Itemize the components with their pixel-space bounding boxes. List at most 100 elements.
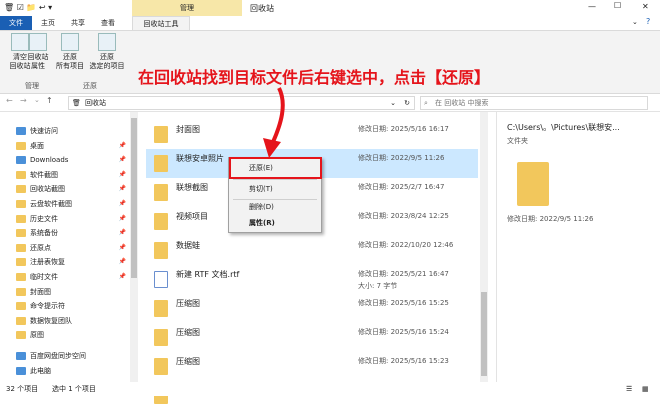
nav-item[interactable]: 此电脑: [0, 364, 130, 378]
file-size: 大小: 7 字节: [358, 282, 398, 290]
nav-item-label: 快速访问: [30, 127, 58, 135]
file-name: 视频项目: [176, 212, 208, 221]
file-date: 修改日期: 2025/5/21 16:47: [358, 270, 449, 278]
chevron-down-icon[interactable]: ⌄: [632, 18, 638, 26]
tab-recycle-tools[interactable]: 回收站工具: [132, 16, 190, 30]
folder-icon: [16, 258, 26, 267]
nav-item-label: 封面图: [30, 287, 51, 296]
search-input[interactable]: ⌕ 在 回收站 中搜索: [420, 96, 648, 110]
context-cut[interactable]: 剪切(T): [229, 181, 321, 197]
file-date: 修改日期: 2025/5/16 15:23: [358, 357, 449, 365]
context-properties[interactable]: 属性(R): [229, 215, 321, 231]
minimize-button[interactable]: —: [588, 2, 596, 11]
folder-icon: [16, 243, 26, 252]
nav-item[interactable]: 命令提示符: [0, 299, 130, 313]
address-bar: ← → ⌄ ↑ 🗑 回收站 ⌄ ↻ ⌕ 在 回收站 中搜索: [0, 94, 660, 112]
details-pane: C:\Users\。\Pictures\联想安... 文件夹 修改日期: 202…: [496, 112, 660, 382]
close-button[interactable]: ✕: [642, 2, 649, 11]
folder-icon: [16, 273, 26, 281]
window-title: 回收站: [250, 4, 274, 13]
pin-icon: 📌: [118, 185, 126, 193]
forward-icon[interactable]: →: [20, 96, 27, 105]
maximize-button[interactable]: ☐: [614, 1, 621, 10]
nav-item-label: 临时文件: [30, 273, 58, 281]
nav-item[interactable]: 数据恢复团队: [0, 314, 130, 328]
nav-item[interactable]: 还原点 📌: [0, 241, 130, 255]
selected-count: 选中 1 个项目: [52, 385, 96, 393]
ribbon-tabs: 文件 主页 共享 查看 回收站工具 ⌄ ?: [0, 16, 660, 30]
nav-item[interactable]: 云盘软件截图 📌: [0, 197, 130, 211]
preview-path: C:\Users\。\Pictures\联想安...: [507, 123, 620, 132]
folder-icon: [154, 184, 168, 201]
refresh-icon[interactable]: ↻: [404, 97, 410, 109]
folder-icon: [16, 141, 26, 150]
file-row[interactable]: 压缩图 修改日期: 2025/5/16 15:23: [146, 352, 478, 381]
tab-view[interactable]: 查看: [94, 16, 122, 30]
file-row[interactable]: 压缩图 修改日期: 2025/5/16 15:24: [146, 323, 478, 352]
app-icons: 🗑 ☑ 📁 ↩ ▾: [4, 3, 53, 12]
folder-icon: [154, 300, 168, 317]
tiles-view-icon[interactable]: ▦: [642, 382, 649, 396]
file-name: 压缩图: [176, 357, 200, 366]
breadcrumb: 回收站: [85, 99, 106, 107]
address-input[interactable]: 🗑 回收站 ⌄ ↻: [68, 96, 415, 110]
pc-icon: [16, 366, 26, 375]
folder-icon: [16, 214, 26, 223]
restore-all-icon: [61, 33, 79, 51]
help-icon[interactable]: ?: [646, 17, 650, 26]
folder-icon: [16, 229, 26, 238]
tab-home[interactable]: 主页: [34, 16, 62, 30]
nav-item-label: 云盘软件截图: [30, 200, 72, 208]
tab-share[interactable]: 共享: [64, 16, 92, 30]
nav-item[interactable]: Downloads 📌: [0, 153, 130, 167]
file-list-scrollbar[interactable]: [480, 112, 488, 382]
nav-item[interactable]: 百度网盘同步空间: [0, 349, 130, 363]
nav-item[interactable]: 临时文件 📌: [0, 270, 130, 284]
folder-icon: [154, 126, 168, 143]
file-row[interactable]: 数据蛙 修改日期: 2022/10/20 12:46: [146, 236, 478, 265]
recycle-bin-properties-button[interactable]: 回收站 属性: [20, 33, 56, 71]
restore-selected-button[interactable]: 还原 选定的项目: [86, 33, 128, 71]
context-delete[interactable]: 删除(D): [229, 199, 321, 215]
pin-icon: 📌: [118, 273, 126, 280]
file-date: 修改日期: 2025/5/16 16:17: [358, 125, 449, 133]
nav-item-label: 百度网盘同步空间: [30, 352, 86, 360]
folder-icon: [16, 331, 26, 340]
file-row[interactable]: 压缩图 修改日期: 2025/5/16 15:25: [146, 294, 478, 323]
address-dropdown-icon[interactable]: ⌄: [390, 97, 396, 109]
restore-all-button[interactable]: 还原 所有项目: [52, 33, 88, 71]
file-name: 数据蛙: [176, 241, 200, 250]
details-view-icon[interactable]: ☰: [626, 382, 632, 396]
up-icon[interactable]: ↑: [46, 96, 53, 105]
document-icon: [154, 271, 168, 288]
group-restore-label: 还原: [83, 82, 97, 90]
file-row[interactable]: 新建 RTF 文档.rtf 修改日期: 2025/5/21 16:47 大小: 7 …: [146, 265, 478, 294]
pin-icon: 📌: [118, 141, 126, 149]
tab-file[interactable]: 文件: [0, 16, 32, 30]
file-name: 联想截图: [176, 183, 208, 192]
nav-item[interactable]: 历史文件 📌: [0, 212, 130, 226]
nav-item-label: 回收站截图: [30, 185, 65, 194]
nav-item[interactable]: 原图: [0, 328, 130, 342]
nav-item-label: 注册表恢复: [30, 258, 65, 267]
file-row[interactable]: 封面图 修改日期: 2025/5/16 16:17: [146, 120, 478, 149]
pin-icon: 📌: [118, 229, 126, 237]
nav-item[interactable]: 回收站截图 📌: [0, 182, 130, 196]
nav-item[interactable]: 桌面 📌: [0, 139, 130, 153]
nav-item[interactable]: 系统备份 📌: [0, 226, 130, 240]
folder-icon: [154, 329, 168, 346]
nav-item[interactable]: 快速访问: [0, 124, 130, 138]
restore-selected-icon: [98, 33, 116, 51]
file-date: 修改日期: 2025/5/16 15:24: [358, 328, 449, 336]
nav-item[interactable]: 注册表恢复 📌: [0, 255, 130, 269]
back-icon[interactable]: ←: [6, 96, 13, 105]
folder-icon: [16, 316, 26, 325]
nav-item[interactable]: 软件截图 📌: [0, 168, 130, 182]
recent-chevron-icon[interactable]: ⌄: [34, 96, 40, 104]
folder-icon: [154, 213, 168, 230]
nav-item[interactable]: 封面图: [0, 285, 130, 299]
nav-item-label: 历史文件: [30, 214, 58, 223]
nav-scrollbar[interactable]: [130, 112, 138, 382]
annotation-arrow: [263, 87, 285, 158]
nav-item-label: Downloads: [30, 156, 69, 165]
